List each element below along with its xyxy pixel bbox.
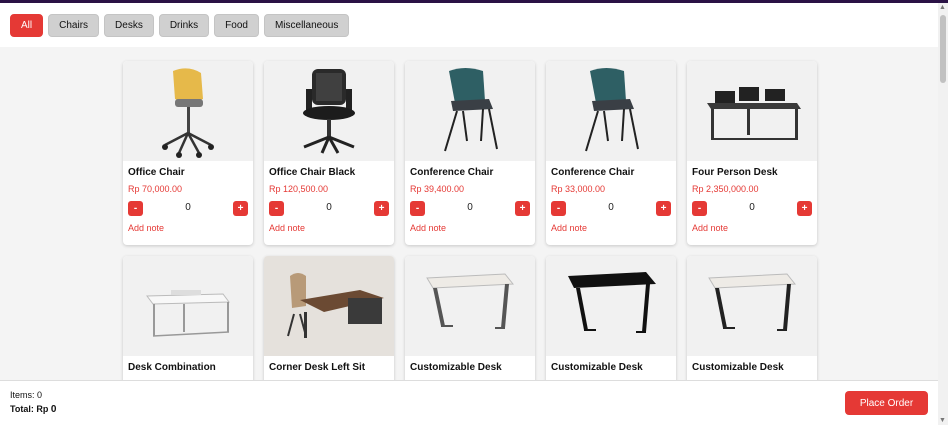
decrease-button[interactable]: - (692, 201, 707, 216)
increase-button[interactable]: + (656, 201, 671, 216)
vertical-scrollbar[interactable]: ▲ ▼ (938, 3, 948, 425)
black-office-chair-image (264, 61, 394, 161)
quantity-stepper: 0 - + (551, 201, 671, 217)
product-name: Customizable Desk (410, 362, 502, 373)
product-name: Office Chair Black (269, 167, 356, 178)
product-card[interactable]: Customizable Desk (405, 256, 535, 380)
quantity-stepper: 0 - + (269, 201, 389, 217)
corner-desk-image (264, 256, 394, 356)
increase-button[interactable]: + (233, 201, 248, 216)
quantity-value: 0 (467, 202, 473, 213)
product-name: Office Chair (128, 167, 185, 178)
yellow-chair-image (123, 61, 253, 161)
product-grid: Office Chair Rp 70,000.00 0 - + Add note (123, 61, 817, 380)
white-desk-image (687, 256, 817, 356)
teal-chair-image (546, 61, 676, 161)
product-grid-area: Office Chair Rp 70,000.00 0 - + Add note (0, 47, 938, 380)
total-value: 0 (50, 404, 57, 415)
product-price: Rp 70,000.00 (128, 184, 183, 194)
product-name: Customizable Desk (692, 362, 784, 373)
product-name: Four Person Desk (692, 167, 778, 178)
black-desk-image (546, 256, 676, 356)
quantity-stepper: 0 - + (410, 201, 530, 217)
teal-chair-image (405, 61, 535, 161)
place-order-button[interactable]: Place Order (845, 391, 928, 415)
category-filter-bar: All Chairs Desks Drinks Food Miscellaneo… (0, 3, 938, 47)
product-card[interactable]: Conference Chair Rp 39,400.00 0 - + Add … (405, 61, 535, 245)
product-price: Rp 39,400.00 (410, 184, 465, 194)
add-note-link[interactable]: Add note (269, 223, 305, 233)
product-card[interactable]: Desk Combination (123, 256, 253, 380)
quantity-value: 0 (749, 202, 755, 213)
increase-button[interactable]: + (797, 201, 812, 216)
filter-drinks[interactable]: Drinks (158, 13, 210, 37)
desk-combination-image (123, 256, 253, 356)
increase-button[interactable]: + (515, 201, 530, 216)
filter-food[interactable]: Food (214, 13, 259, 37)
add-note-link[interactable]: Add note (128, 223, 164, 233)
add-note-link[interactable]: Add note (410, 223, 446, 233)
product-card[interactable]: Four Person Desk Rp 2,350,000.00 0 - + A… (687, 61, 817, 245)
scroll-up-arrow-icon[interactable]: ▲ (939, 4, 946, 11)
product-card[interactable]: Office Chair Black Rp 120,500.00 0 - + A… (264, 61, 394, 245)
add-note-link[interactable]: Add note (692, 223, 728, 233)
quantity-value: 0 (326, 202, 332, 213)
filter-chairs[interactable]: Chairs (48, 13, 100, 37)
quantity-value: 0 (608, 202, 614, 213)
total-label: Total: Rp (10, 404, 51, 414)
scroll-thumb[interactable] (940, 15, 946, 83)
decrease-button[interactable]: - (269, 201, 284, 216)
product-name: Conference Chair (410, 167, 494, 178)
product-name: Corner Desk Left Sit (269, 362, 366, 373)
quantity-stepper: 0 - + (128, 201, 248, 217)
filter-all[interactable]: All (10, 13, 44, 37)
order-footer: Items: 0 Total: Rp 0 Place Order (0, 380, 938, 425)
decrease-button[interactable]: - (410, 201, 425, 216)
filter-desks[interactable]: Desks (104, 13, 154, 37)
increase-button[interactable]: + (374, 201, 389, 216)
product-price: Rp 2,350,000.00 (692, 184, 759, 194)
quantity-stepper: 0 - + (692, 201, 812, 217)
product-card[interactable]: Conference Chair Rp 33,000.00 0 - + Add … (546, 61, 676, 245)
product-name: Conference Chair (551, 167, 635, 178)
product-name: Desk Combination (128, 362, 216, 373)
decrease-button[interactable]: - (551, 201, 566, 216)
filter-miscellaneous[interactable]: Miscellaneous (263, 13, 350, 37)
product-price: Rp 33,000.00 (551, 184, 606, 194)
product-name: Customizable Desk (551, 362, 643, 373)
white-desk-image (405, 256, 535, 356)
product-card[interactable]: Customizable Desk (687, 256, 817, 380)
quantity-value: 0 (185, 202, 191, 213)
order-total: Total: Rp 0 (10, 404, 56, 415)
product-card[interactable]: Corner Desk Left Sit (264, 256, 394, 380)
scroll-down-arrow-icon[interactable]: ▼ (939, 417, 946, 424)
product-card[interactable]: Customizable Desk (546, 256, 676, 380)
product-card[interactable]: Office Chair Rp 70,000.00 0 - + Add note (123, 61, 253, 245)
product-price: Rp 120,500.00 (269, 184, 329, 194)
add-note-link[interactable]: Add note (551, 223, 587, 233)
items-count: Items: 0 (10, 390, 43, 400)
four-person-desk-image (687, 61, 817, 161)
decrease-button[interactable]: - (128, 201, 143, 216)
